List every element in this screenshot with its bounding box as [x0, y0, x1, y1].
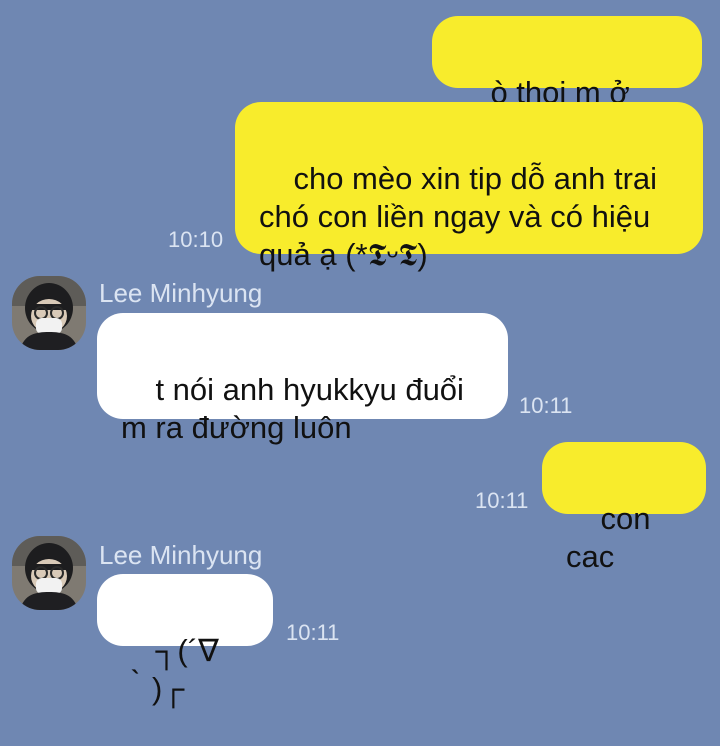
chat-area[interactable]: ò thoi m ở đây i cho mèo xin tip dỗ anh …: [0, 0, 720, 706]
message-timestamp: 10:11: [519, 393, 573, 418]
message-timestamp: 10:11: [475, 488, 529, 513]
message-bubble-sent[interactable]: con cac: [542, 442, 706, 574]
avatar[interactable]: [12, 276, 86, 350]
sender-name: Lee Minhyung: [99, 540, 263, 570]
message-timestamp: 10:11: [286, 620, 340, 645]
message-timestamp: 10:10: [168, 227, 224, 252]
message-text: cho mèo xin tip dỗ anh trai chó con liền…: [259, 161, 658, 272]
message-text: ┐(´∇｀)┌: [121, 633, 219, 706]
message-text: con cac: [566, 501, 660, 574]
message-bubble-received[interactable]: t nói anh hyukkyu đuổi m ra đường luôn: [97, 313, 508, 445]
message-bubble-received[interactable]: ┐(´∇｀)┌: [97, 574, 273, 706]
sender-name: Lee Minhyung: [99, 278, 263, 308]
message-text: t nói anh hyukkyu đuổi m ra đường luôn: [121, 372, 464, 445]
message-bubble-sent[interactable]: ò thoi m ở đây i: [432, 16, 702, 148]
avatar[interactable]: [12, 536, 86, 610]
profile-photo-icon: [12, 536, 86, 610]
profile-photo-icon: [12, 276, 86, 350]
message-bubble-sent[interactable]: cho mèo xin tip dỗ anh trai chó con liền…: [235, 102, 703, 272]
